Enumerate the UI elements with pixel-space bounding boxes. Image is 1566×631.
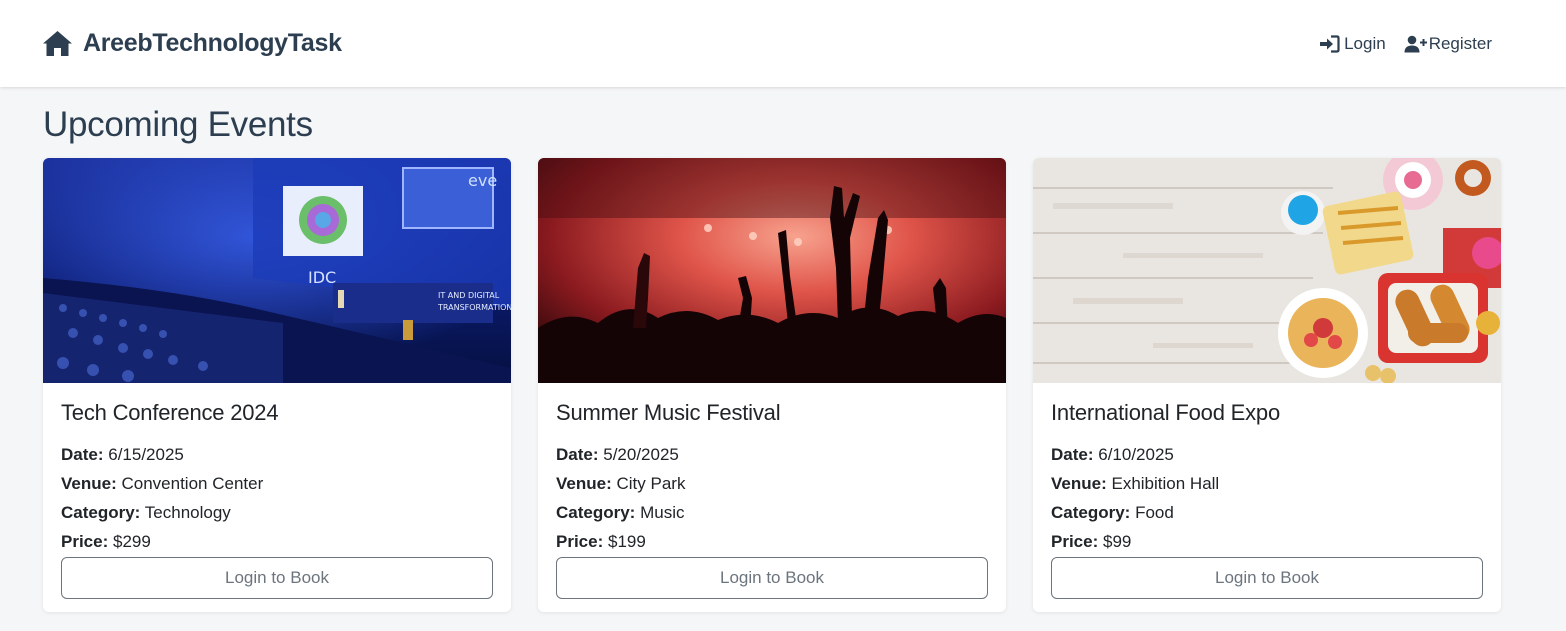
price-label: Price: <box>61 532 109 551</box>
brand-link[interactable]: AreebTechnologyTask <box>42 29 342 58</box>
page-title: Upcoming Events <box>43 105 313 144</box>
event-venue: Venue: Convention Center <box>61 469 493 498</box>
category-value: Food <box>1135 503 1174 522</box>
svg-text:TRANSFORMATION: TRANSFORMATION <box>437 303 511 312</box>
food-photo <box>1033 158 1501 383</box>
event-date: Date: 6/15/2025 <box>61 440 493 469</box>
nav-links: Login Register <box>1319 34 1492 54</box>
svg-text:IT AND DIGITAL: IT AND DIGITAL <box>438 291 500 300</box>
event-price: Price: $99 <box>1051 527 1483 556</box>
price-value: $199 <box>607 532 646 551</box>
login-link[interactable]: Login <box>1319 34 1386 54</box>
svg-text:IDC: IDC <box>308 268 336 287</box>
event-category: Category: Food <box>1051 498 1483 527</box>
date-label: Date: <box>61 445 104 464</box>
event-date: Date: 6/10/2025 <box>1051 440 1483 469</box>
home-icon <box>42 29 73 58</box>
price-value: $99 <box>1102 532 1132 551</box>
register-label: Register <box>1428 33 1492 53</box>
sign-in-icon <box>1319 34 1340 53</box>
concert-photo <box>538 158 1006 383</box>
event-category: Category: Music <box>556 498 988 527</box>
event-card-list: eve IDC IT AND DIGITAL TRANSFORMATION Te… <box>43 158 1523 612</box>
category-label: Category: <box>61 503 141 522</box>
category-value: Technology <box>144 503 231 522</box>
price-label: Price: <box>556 532 604 551</box>
venue-label: Venue: <box>556 474 612 493</box>
event-card: Summer Music Festival Date: 5/20/2025 Ve… <box>538 158 1006 612</box>
brand-title: AreebTechnologyTask <box>83 29 342 57</box>
category-label: Category: <box>1051 503 1131 522</box>
event-title: Summer Music Festival <box>556 400 781 425</box>
category-label: Category: <box>556 503 636 522</box>
card-body: Summer Music Festival Date: 5/20/2025 Ve… <box>538 383 1006 599</box>
card-body: International Food Expo Date: 6/10/2025 … <box>1033 383 1501 599</box>
price-label: Price: <box>1051 532 1099 551</box>
event-category: Category: Technology <box>61 498 493 527</box>
venue-value: Convention Center <box>121 474 264 493</box>
venue-value: City Park <box>616 474 686 493</box>
login-to-book-button[interactable]: Login to Book <box>1051 557 1483 599</box>
card-body: Tech Conference 2024 Date: 6/15/2025 Ven… <box>43 383 511 599</box>
login-to-book-button[interactable]: Login to Book <box>556 557 988 599</box>
user-plus-icon <box>1404 35 1427 53</box>
date-value: 6/15/2025 <box>108 445 184 464</box>
top-navbar: AreebTechnologyTask Login Register <box>0 0 1566 87</box>
venue-label: Venue: <box>61 474 117 493</box>
price-value: $299 <box>112 532 151 551</box>
date-value: 5/20/2025 <box>603 445 679 464</box>
category-value: Music <box>640 503 685 522</box>
venue-value: Exhibition Hall <box>1111 474 1220 493</box>
event-card: eve IDC IT AND DIGITAL TRANSFORMATION Te… <box>43 158 511 612</box>
event-card: International Food Expo Date: 6/10/2025 … <box>1033 158 1501 612</box>
date-label: Date: <box>1051 445 1094 464</box>
event-venue: Venue: Exhibition Hall <box>1051 469 1483 498</box>
date-label: Date: <box>556 445 599 464</box>
main-content: Upcoming Events eve IDC IT AND DIGITAL T… <box>0 87 1566 612</box>
venue-label: Venue: <box>1051 474 1107 493</box>
event-venue: Venue: City Park <box>556 469 988 498</box>
svg-text:eve: eve <box>468 171 497 190</box>
conference-photo: eve IDC IT AND DIGITAL TRANSFORMATION <box>43 158 511 383</box>
login-label: Login <box>1344 33 1386 53</box>
login-to-book-button[interactable]: Login to Book <box>61 557 493 599</box>
event-price: Price: $199 <box>556 527 988 556</box>
date-value: 6/10/2025 <box>1098 445 1174 464</box>
event-title: International Food Expo <box>1051 400 1280 425</box>
event-price: Price: $299 <box>61 527 493 556</box>
event-title: Tech Conference 2024 <box>61 400 279 425</box>
event-date: Date: 5/20/2025 <box>556 440 988 469</box>
register-link[interactable]: Register <box>1404 34 1492 54</box>
